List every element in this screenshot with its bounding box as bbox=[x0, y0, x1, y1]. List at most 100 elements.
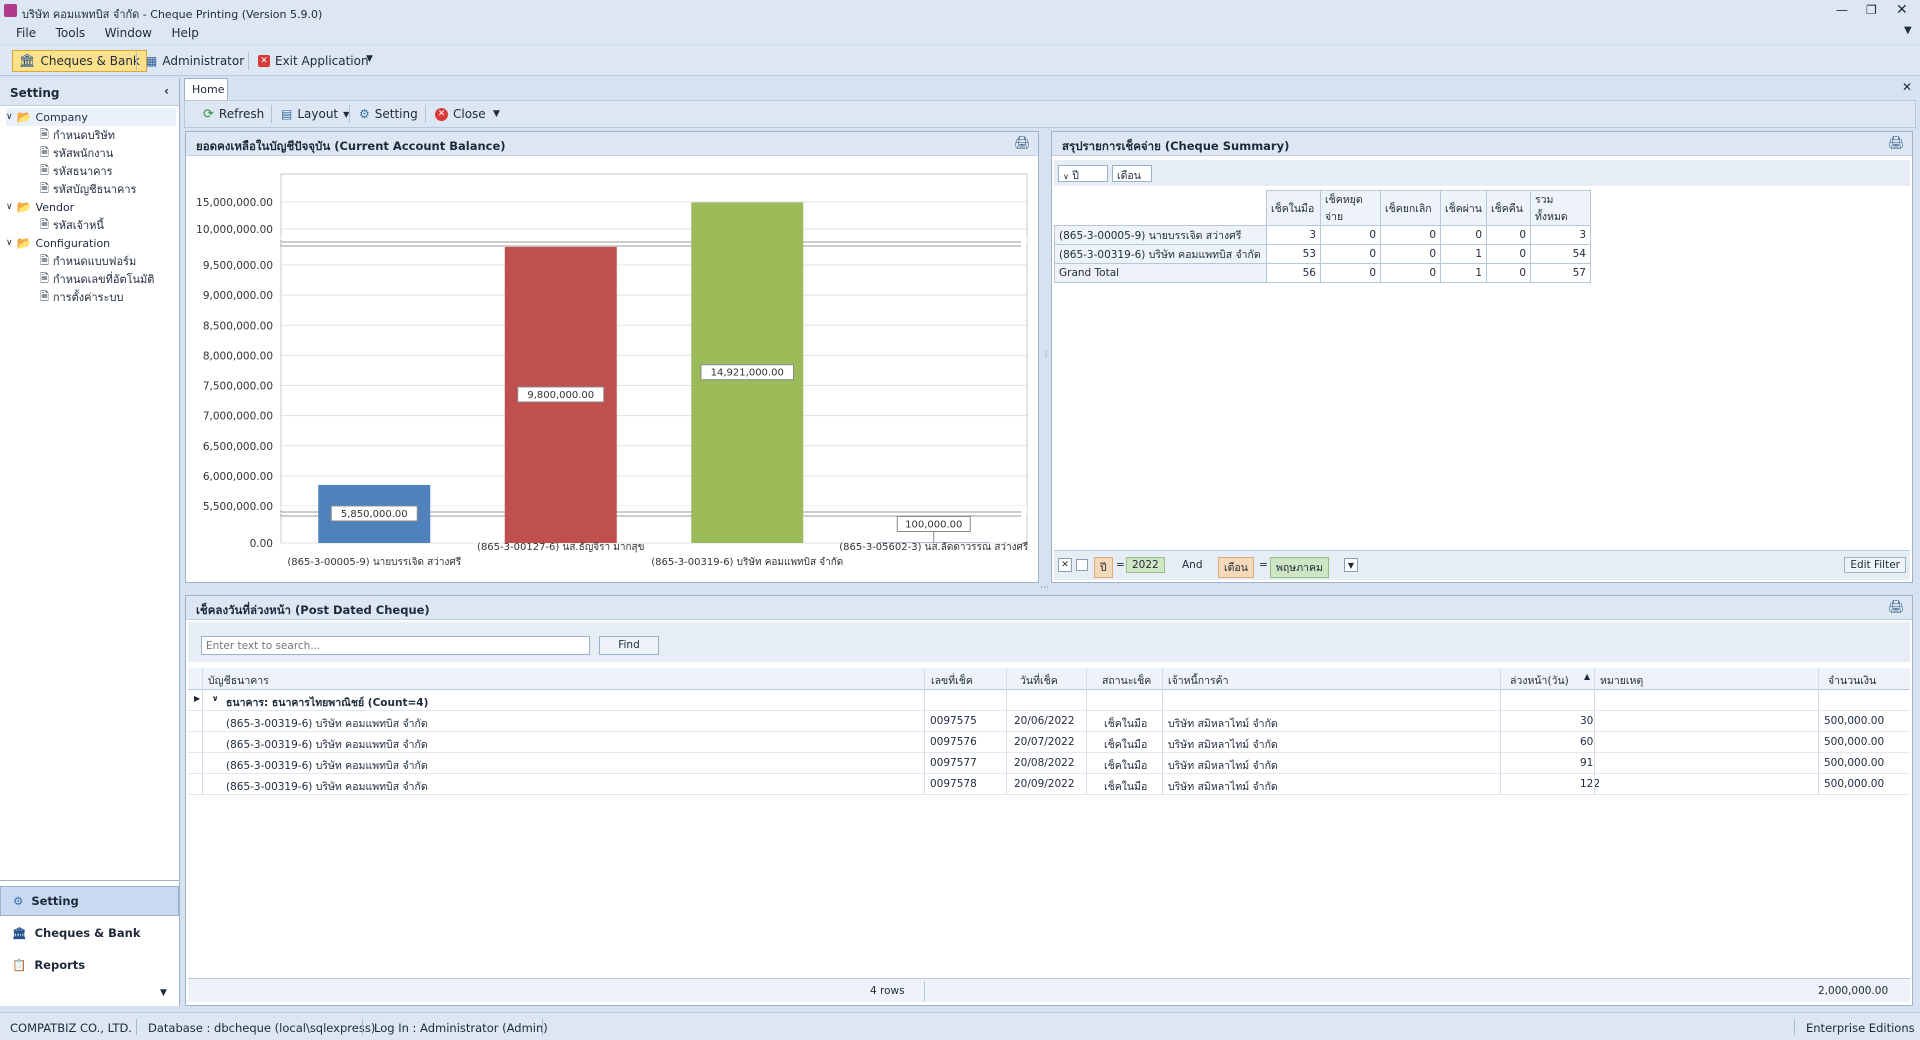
tree-item[interactable]: 🗎 รหัสพนักงาน bbox=[40, 144, 113, 162]
col-header-cheque-no[interactable]: เลขที่เช็ค bbox=[931, 672, 973, 689]
tree-item[interactable]: 🗎 กำหนดเลขที่อัตโนมัติ bbox=[40, 270, 154, 288]
setting-button[interactable]: ⚙ Setting bbox=[353, 103, 424, 125]
col-header-vendor[interactable]: เจ้าหนี้การค้า bbox=[1168, 672, 1229, 689]
filter-operator: = bbox=[1116, 559, 1125, 571]
print-icon[interactable]: 🖨 bbox=[1888, 136, 1905, 151]
folder-icon: 📂 bbox=[16, 236, 32, 250]
main-toolbar: 🏛 Cheques & Bank ▦ Administrator ✕ Exit … bbox=[0, 46, 1920, 76]
vertical-splitter-icon[interactable]: ⋮ bbox=[1042, 350, 1050, 359]
pdc-panel-title: เช็คลงวันที่ล่วงหน้า (Post Dated Cheque) bbox=[186, 596, 1912, 620]
menu-file[interactable]: File bbox=[16, 26, 36, 40]
y-tick-label: 9,500,000.00 bbox=[203, 260, 273, 272]
menu-help[interactable]: Help bbox=[171, 26, 198, 40]
document-icon: 🗎 bbox=[40, 127, 49, 141]
refresh-icon: ⟳ bbox=[203, 106, 214, 122]
bank-icon: 🏛 bbox=[19, 53, 36, 69]
filter-year-value[interactable]: 2022 bbox=[1126, 557, 1165, 573]
chevron-down-icon: ∨ bbox=[1063, 172, 1069, 181]
filter-year-label[interactable]: ปี bbox=[1094, 557, 1113, 578]
group-row[interactable]: ▶ ∨ ธนาคาร: ธนาคารไทยพาณิชย์ (Count=4) bbox=[188, 690, 1910, 711]
x-tick-label: (865-3-05602-3) นส.ลัดดาวรรณ สว่างศรี bbox=[839, 541, 1029, 553]
close-button[interactable]: ✕ Close bbox=[429, 103, 492, 125]
pivot-col-header[interactable]: เช็คคืน bbox=[1486, 190, 1531, 226]
pivot-col-header[interactable]: เช็คในมือ bbox=[1266, 190, 1321, 226]
x-tick-label: (865-3-00319-6) บริษัท คอมแพทบิส จำกัด bbox=[651, 557, 843, 568]
users-icon: ▦ bbox=[146, 54, 158, 68]
tree-item[interactable]: 🗎 รหัสเจ้าหนี้ bbox=[40, 216, 104, 234]
document-icon: 🗎 bbox=[40, 289, 49, 303]
horizontal-splitter-icon[interactable]: ⋯ bbox=[1040, 583, 1049, 593]
col-header-days-ahead[interactable]: ล่วงหน้า(วัน) bbox=[1510, 672, 1569, 689]
folder-icon: 📂 bbox=[16, 200, 32, 214]
menu-window[interactable]: Window bbox=[105, 26, 152, 40]
col-header-status[interactable]: สถานะเช็ค bbox=[1102, 672, 1151, 689]
filter-bar: ✕ ปี = 2022 And เดือน = พฤษภาคม ▼ Edit F… bbox=[1054, 550, 1910, 580]
col-header-note[interactable]: หมายเหตุ bbox=[1600, 672, 1643, 689]
minimize-icon[interactable]: — bbox=[1836, 3, 1848, 17]
table-row[interactable]: (865-3-00319-6) บริษัท คอมแพทบิส จำกัด 0… bbox=[188, 711, 1910, 732]
x-tick-label: (865-3-00005-9) นายบรรเจิด สว่างศรี bbox=[287, 556, 461, 568]
tree-group-vendor[interactable]: ∨ 📂 Vendor bbox=[6, 198, 74, 216]
cheques-bank-button[interactable]: 🏛 Cheques & Bank bbox=[12, 50, 147, 72]
col-header-amount[interactable]: จำนวนเงิน bbox=[1828, 672, 1876, 689]
restore-icon[interactable]: ❐ bbox=[1866, 3, 1877, 17]
find-button[interactable]: Find bbox=[599, 636, 659, 655]
administrator-button[interactable]: ▦ Administrator bbox=[140, 50, 250, 72]
menu-tools[interactable]: Tools bbox=[56, 26, 86, 40]
close-window-icon[interactable]: ✕ bbox=[1896, 2, 1908, 18]
pivot-grand-total-row: Grand Total 56 0 0 1 0 57 bbox=[1054, 263, 1591, 283]
collapse-sidebar-icon[interactable]: ‹ bbox=[164, 84, 169, 98]
exit-application-button[interactable]: ✕ Exit Application bbox=[252, 50, 375, 72]
table-row[interactable]: (865-3-00319-6) บริษัท คอมแพทบิส จำกัด 0… bbox=[188, 774, 1910, 795]
status-company: COMPATBIZ CO., LTD. bbox=[10, 1021, 132, 1035]
pivot-col-header[interactable]: เช็คผ่าน bbox=[1440, 190, 1487, 226]
col-header-account[interactable]: บัญชีธนาคาร bbox=[208, 672, 269, 689]
tree-item[interactable]: 🗎 รหัสบัญชีธนาคาร bbox=[40, 180, 136, 198]
tree-item[interactable]: 🗎 กำหนดบริษัท bbox=[40, 126, 115, 144]
pivot-col-header[interactable]: รวมทั้งหมด bbox=[1530, 190, 1591, 226]
enable-filter-checkbox[interactable] bbox=[1076, 559, 1088, 571]
tab-home[interactable]: Home bbox=[184, 78, 228, 100]
y-tick-label: 8,500,000.00 bbox=[203, 320, 273, 332]
field-month[interactable]: เดือน bbox=[1112, 165, 1152, 182]
toolbar-dropdown-icon[interactable]: ▼ bbox=[366, 54, 373, 64]
chevron-down-icon[interactable]: ∨ bbox=[212, 694, 219, 703]
layout-button[interactable]: ▤ Layout ▼ bbox=[275, 103, 355, 125]
tree-group-company[interactable]: ∨ 📂 Company bbox=[6, 108, 176, 126]
document-icon: 🗎 bbox=[40, 163, 49, 177]
tree-item[interactable]: 🗎 กำหนดแบบฟอร์ม bbox=[40, 252, 136, 270]
status-login: Log In : Administrator (Admin) bbox=[374, 1021, 548, 1035]
nav-cheques-bank[interactable]: 🏛 Cheques & Bank bbox=[0, 918, 179, 948]
col-header-cheque-date[interactable]: วันที่เช็ค bbox=[1020, 672, 1058, 689]
filter-dropdown-icon[interactable]: ▼ bbox=[1344, 558, 1358, 572]
filter-month-value[interactable]: พฤษภาคม bbox=[1270, 557, 1329, 578]
home-toolbar-dropdown-icon[interactable]: ▼ bbox=[493, 109, 500, 119]
nav-overflow-icon[interactable]: ▼ bbox=[160, 988, 167, 998]
field-year[interactable]: ∨ ปี bbox=[1058, 165, 1108, 182]
window-title: บริษัท คอมแพทบิส จำกัด - Cheque Printing… bbox=[22, 8, 323, 21]
tree-group-configuration[interactable]: ∨ 📂 Configuration bbox=[6, 234, 110, 252]
refresh-button[interactable]: ⟳ Refresh bbox=[197, 103, 270, 125]
status-database: Database : dbcheque (local\sqlexpress) bbox=[148, 1021, 376, 1035]
nav-setting[interactable]: ⚙ Setting bbox=[0, 886, 179, 916]
table-row[interactable]: (865-3-00319-6) บริษัท คอมแพทบิส จำกัด 0… bbox=[188, 732, 1910, 753]
pivot-table: เช็คในมือ เช็คหยุดจ่าย เช็คยกเลิก เช็คผ่… bbox=[1054, 190, 1591, 283]
table-row[interactable]: (865-3-00319-6) บริษัท คอมแพทบิส จำกัด 0… bbox=[188, 753, 1910, 774]
search-input[interactable] bbox=[201, 636, 590, 655]
print-icon[interactable]: 🖨 bbox=[1888, 600, 1905, 615]
y-tick-label: 0.00 bbox=[250, 538, 273, 550]
print-icon[interactable]: 🖨 bbox=[1014, 136, 1031, 151]
tree-item[interactable]: 🗎 การตั้งค่าระบบ bbox=[40, 288, 123, 306]
title-bar: บริษัท คอมแพทบิส จำกัด - Cheque Printing… bbox=[0, 0, 1920, 22]
nav-reports[interactable]: 📋 Reports bbox=[0, 950, 179, 980]
edit-filter-button[interactable]: Edit Filter bbox=[1844, 557, 1906, 573]
pivot-col-header[interactable]: เช็คหยุดจ่าย bbox=[1320, 190, 1381, 226]
filter-month-label[interactable]: เดือน bbox=[1218, 557, 1254, 578]
bank-icon: 🏛 bbox=[12, 926, 27, 940]
tree-item[interactable]: 🗎 รหัสธนาคาร bbox=[40, 162, 113, 180]
clear-filter-icon[interactable]: ✕ bbox=[1058, 558, 1072, 572]
close-tab-icon[interactable]: ✕ bbox=[1902, 80, 1912, 94]
folder-icon: 📂 bbox=[16, 110, 32, 124]
menu-overflow-icon[interactable]: ▼ bbox=[1904, 25, 1912, 36]
pivot-col-header[interactable]: เช็คยกเลิก bbox=[1380, 190, 1441, 226]
